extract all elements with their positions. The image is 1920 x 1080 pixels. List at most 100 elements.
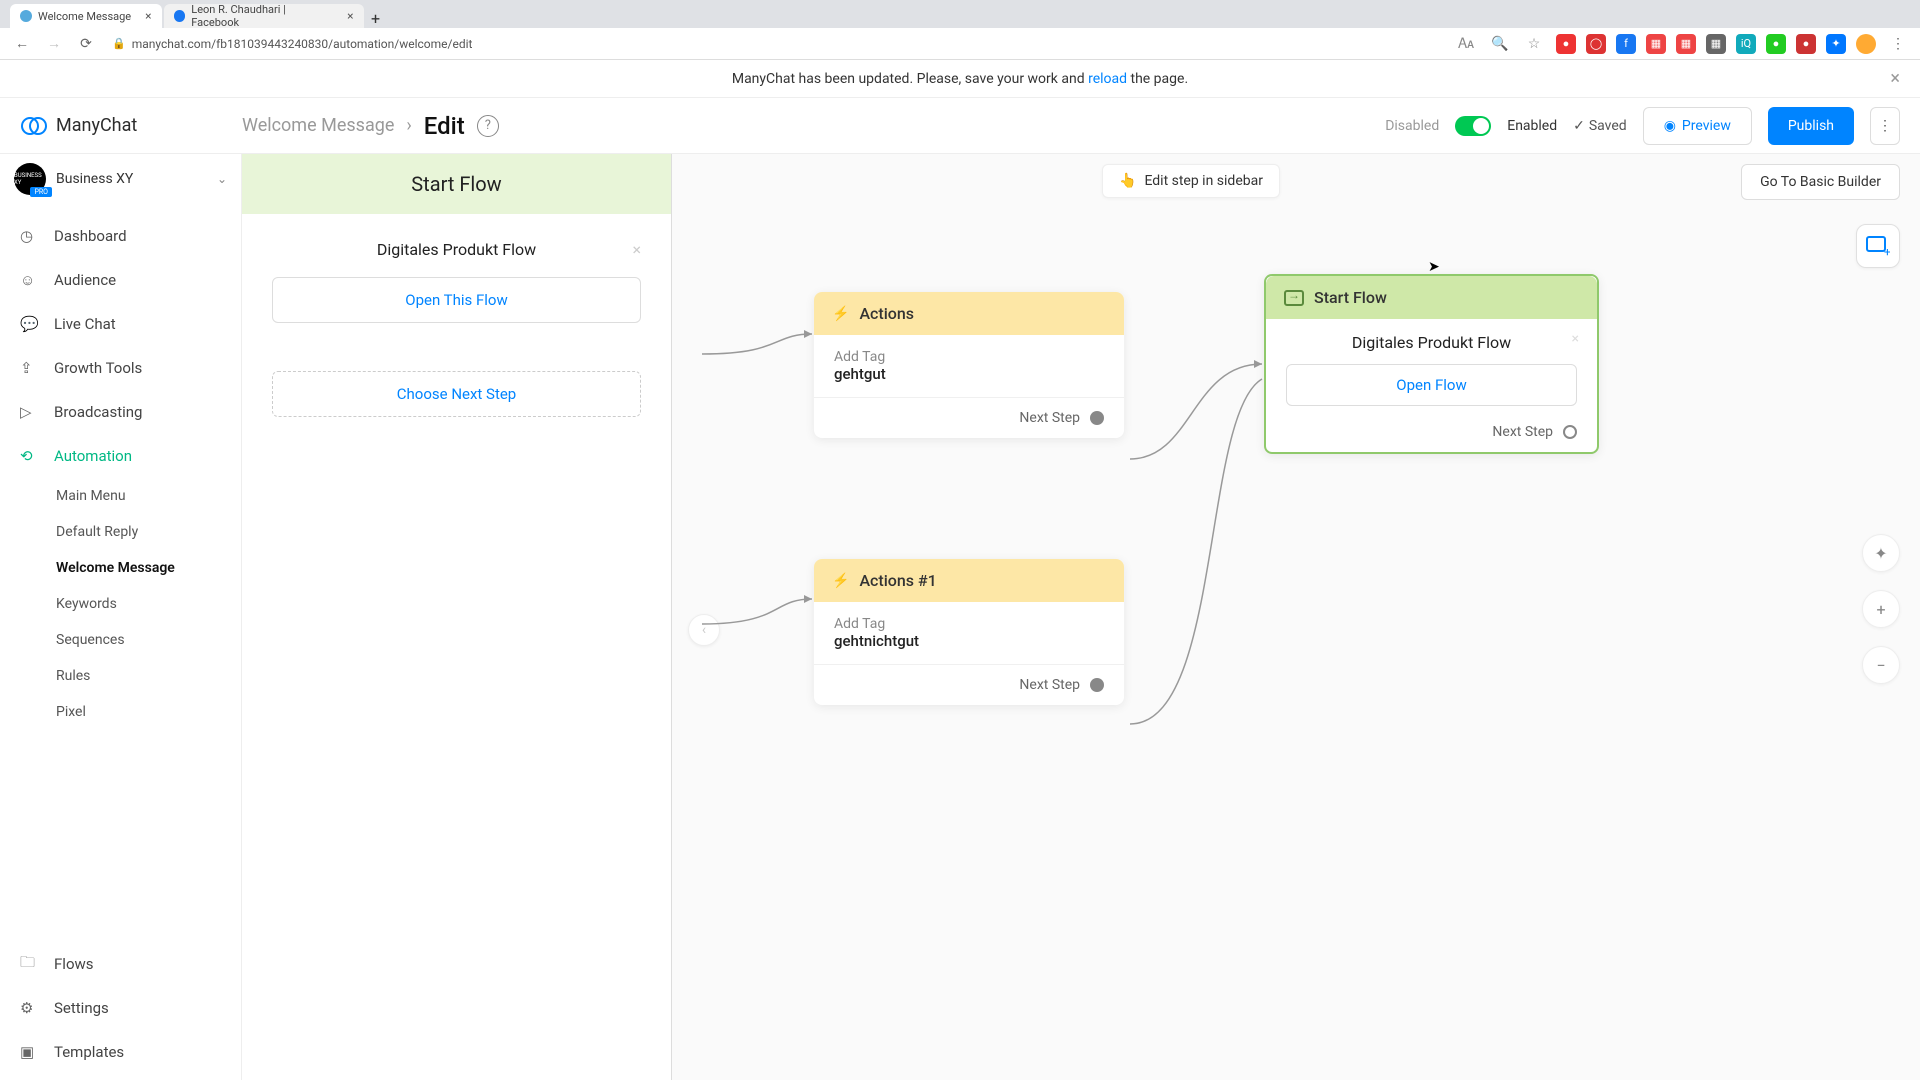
star-icon[interactable]: ☆ [1522, 32, 1546, 56]
extension-icon[interactable]: ▦ [1676, 34, 1696, 54]
sidebar-sub-rules[interactable]: Rules [0, 658, 241, 694]
growth-icon: ⇪ [20, 359, 40, 377]
sidebar-item-dashboard[interactable]: ◷Dashboard [0, 214, 241, 258]
output-port[interactable] [1563, 425, 1577, 439]
sidebar-sub-sequences[interactable]: Sequences [0, 622, 241, 658]
sidebar-item-livechat[interactable]: 💬Live Chat [0, 302, 241, 346]
sidebar-item-audience[interactable]: ☺Audience [0, 258, 241, 302]
close-icon[interactable]: × [347, 9, 353, 23]
templates-icon: ▣ [20, 1043, 40, 1061]
step-inspector: Start Flow Digitales Produkt Flow × Open… [242, 154, 672, 1080]
extension-icon[interactable]: ● [1796, 34, 1816, 54]
close-icon[interactable]: × [1572, 331, 1579, 347]
sidebar-sub-pixel[interactable]: Pixel [0, 694, 241, 730]
close-icon[interactable]: × [632, 240, 641, 259]
zoom-icon[interactable]: 🔍 [1488, 32, 1512, 56]
sidebar-item-growth[interactable]: ⇪Growth Tools [0, 346, 241, 390]
publish-button[interactable]: Publish [1768, 107, 1854, 145]
flow-name: Digitales Produkt Flow × [1286, 333, 1577, 352]
extension-icon[interactable]: ✦ [1826, 34, 1846, 54]
node-header: ⚡ Actions [814, 292, 1124, 335]
audience-icon: ☺ [20, 271, 40, 289]
node-body: Digitales Produkt Flow × Open Flow [1266, 319, 1597, 424]
url-bar[interactable]: 🔒 manychat.com/fb181039443240830/automat… [106, 37, 1446, 51]
sidebar-item-settings[interactable]: ⚙Settings [0, 986, 241, 1030]
lock-icon: 🔒 [112, 37, 126, 50]
open-flow-button[interactable]: Open Flow [1286, 364, 1577, 406]
back-button[interactable]: ← [10, 32, 34, 56]
zoom-in-button[interactable]: + [1862, 590, 1900, 628]
translate-icon[interactable]: 🗛 [1454, 32, 1478, 56]
close-icon[interactable]: × [1890, 68, 1900, 89]
browser-tab[interactable]: Welcome Message × [10, 4, 162, 28]
reload-button[interactable]: ⟳ [74, 32, 98, 56]
add-card-button[interactable]: + [1856, 224, 1900, 268]
sidebar-sub-defaultreply[interactable]: Default Reply [0, 514, 241, 550]
extension-icon[interactable]: ● [1766, 34, 1786, 54]
profile-avatar[interactable] [1856, 34, 1876, 54]
tag-value: gehtnichtgut [834, 632, 1104, 650]
canvas-tools-top: + [1856, 224, 1900, 268]
chevron-right-icon: › [406, 115, 411, 136]
pointer-icon: 👆 [1119, 173, 1136, 189]
broadcast-icon: ▷ [20, 403, 40, 421]
extension-icon[interactable]: f [1616, 34, 1636, 54]
basic-builder-button[interactable]: Go To Basic Builder [1741, 164, 1900, 200]
sidebar-sub-keywords[interactable]: Keywords [0, 586, 241, 622]
more-button[interactable]: ⋮ [1870, 107, 1900, 145]
edit-hint-pill: 👆 Edit step in sidebar [1102, 164, 1280, 198]
bolt-icon: ⚡ [832, 573, 849, 589]
manychat-logo[interactable]: ManyChat [20, 112, 242, 140]
gear-icon: ⚙ [20, 999, 40, 1017]
tag-label: Add Tag [834, 349, 1104, 365]
extension-icon[interactable]: iQ [1736, 34, 1756, 54]
zoom-out-button[interactable]: − [1862, 646, 1900, 684]
preview-button[interactable]: ◉ Preview [1643, 107, 1752, 145]
sidebar-item-flows[interactable]: 🗀Flows [0, 942, 241, 986]
folder-icon: 🗀 [20, 952, 40, 977]
extension-icon[interactable]: ▦ [1646, 34, 1666, 54]
facebook-icon [174, 10, 186, 22]
extension-icon[interactable]: ▦ [1706, 34, 1726, 54]
node-actions[interactable]: ⚡ Actions Add Tag gehtgut Next Step [814, 292, 1124, 438]
new-tab-button[interactable]: + [366, 8, 386, 28]
address-bar-row: ← → ⟳ 🔒 manychat.com/fb181039443240830/a… [0, 28, 1920, 60]
forward-button[interactable]: → [42, 32, 66, 56]
node-header: ⚡ Actions #1 [814, 559, 1124, 602]
inspector-body: Digitales Produkt Flow × Open This Flow … [242, 214, 671, 443]
nav-list: ◷Dashboard ☺Audience 💬Live Chat ⇪Growth … [0, 204, 241, 730]
nav-bottom: 🗀Flows ⚙Settings ▣Templates [0, 942, 241, 1080]
node-startflow[interactable]: Start Flow Digitales Produkt Flow × Open… [1264, 274, 1599, 454]
node-actions[interactable]: ⚡ Actions #1 Add Tag gehtnichtgut Next S… [814, 559, 1124, 705]
reload-link[interactable]: reload [1088, 71, 1127, 87]
choose-next-step-button[interactable]: Choose Next Step [272, 371, 641, 417]
org-selector[interactable]: BUSINESS XYPRO Business XY ⌄ [0, 154, 241, 204]
menu-icon[interactable]: ⋮ [1886, 32, 1910, 56]
sidebar-item-templates[interactable]: ▣Templates [0, 1030, 241, 1074]
tab-title: Leon R. Chaudhari | Facebook [191, 3, 333, 29]
help-icon[interactable]: ? [477, 115, 499, 137]
extension-icon[interactable]: ◯ [1586, 34, 1606, 54]
pro-badge: PRO [30, 187, 52, 197]
startflow-icon [1284, 290, 1304, 306]
sidebar-item-automation[interactable]: ⟲Automation [0, 434, 241, 478]
open-this-flow-button[interactable]: Open This Flow [272, 277, 641, 323]
breadcrumb-flow[interactable]: Welcome Message [242, 115, 394, 136]
sidebar-sub-welcome[interactable]: Welcome Message [0, 550, 241, 586]
dashboard-icon: ◷ [20, 227, 40, 245]
browser-tab[interactable]: Leon R. Chaudhari | Facebook × [164, 4, 364, 28]
magic-button[interactable]: ✦ [1862, 534, 1900, 572]
output-port[interactable] [1090, 678, 1104, 692]
favicon-icon [20, 10, 32, 22]
collapse-inspector-button[interactable]: ‹ [688, 614, 720, 646]
tab-title: Welcome Message [38, 10, 131, 23]
flow-canvas[interactable]: Start Flow Digitales Produkt Flow × Open… [242, 154, 1920, 1080]
sidebar-item-broadcasting[interactable]: ▷Broadcasting [0, 390, 241, 434]
canvas-tools-bottom: ✦ + − [1862, 534, 1900, 684]
sidebar-sub-mainmenu[interactable]: Main Menu [0, 478, 241, 514]
output-port[interactable] [1090, 411, 1104, 425]
extension-icon[interactable]: ● [1556, 34, 1576, 54]
browser-chrome: Welcome Message × Leon R. Chaudhari | Fa… [0, 0, 1920, 60]
enabled-toggle[interactable] [1455, 116, 1491, 136]
close-icon[interactable]: × [145, 9, 151, 23]
